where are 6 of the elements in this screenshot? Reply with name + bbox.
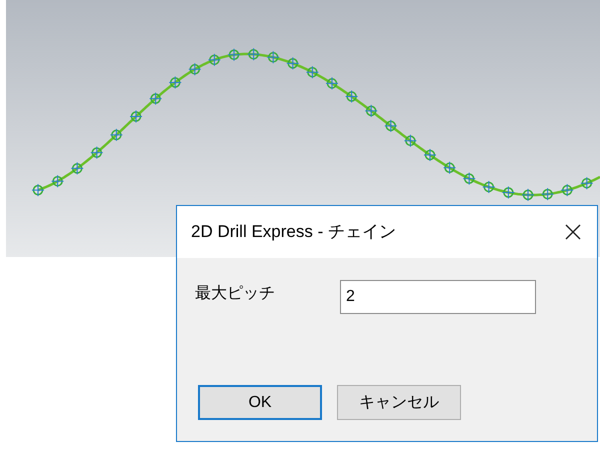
field-label: 最大ピッチ [195, 284, 276, 304]
input-field[interactable]: 2 [340, 280, 536, 314]
cancel-button[interactable]: キャンセル [337, 385, 461, 420]
dialog-title: 2D Drill Express - チェイン [191, 221, 396, 244]
close-icon[interactable] [565, 224, 581, 240]
ok-button[interactable]: OK [198, 385, 322, 420]
